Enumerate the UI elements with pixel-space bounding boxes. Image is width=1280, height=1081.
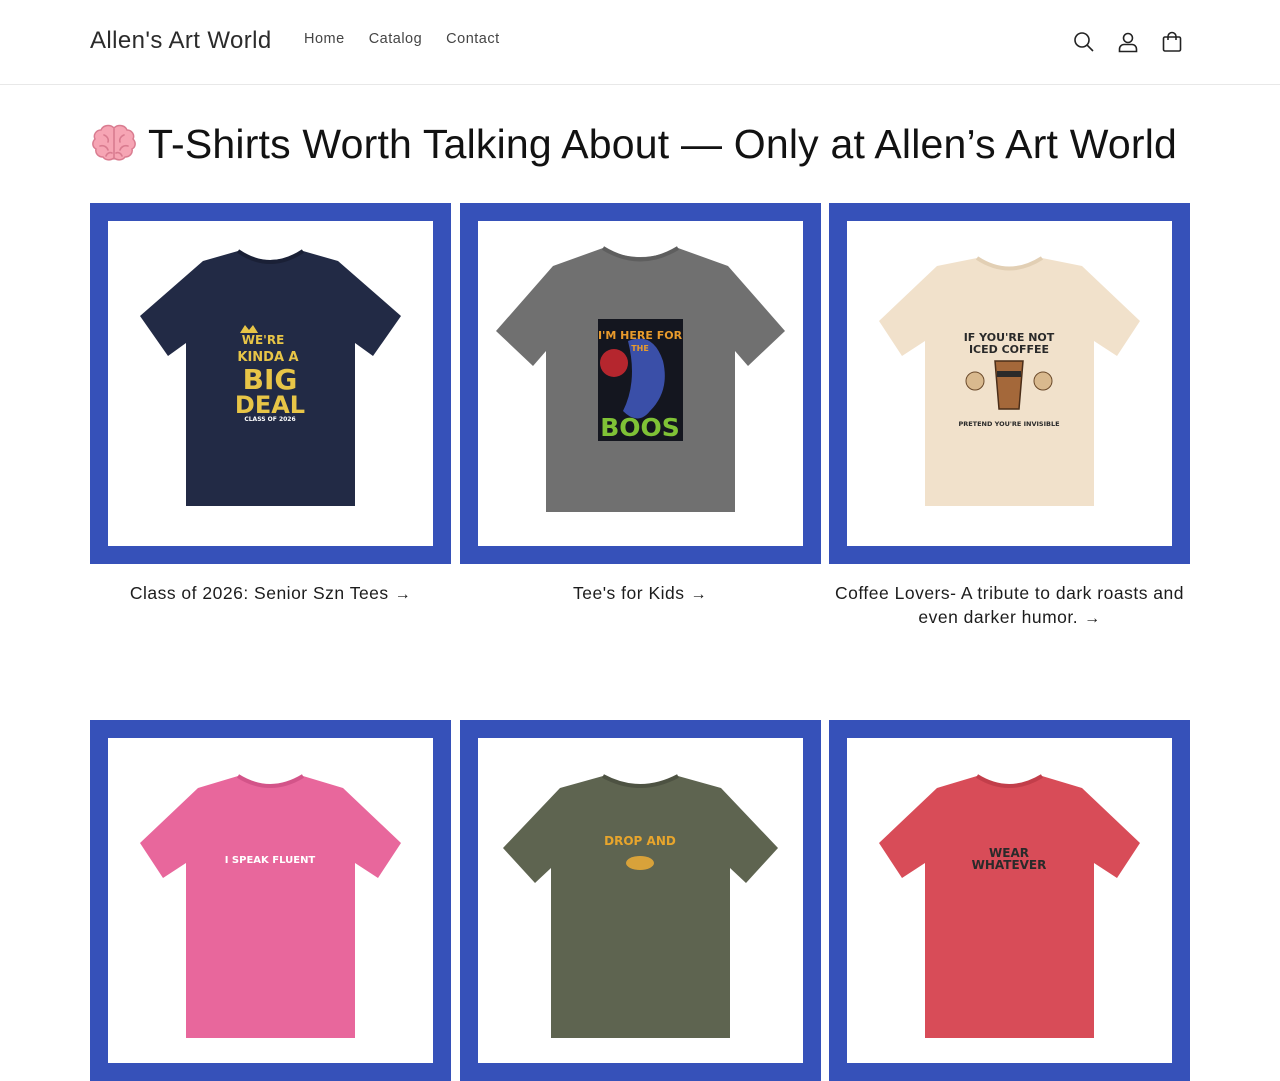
nav-item-home[interactable]: Home xyxy=(292,31,357,47)
account-button[interactable] xyxy=(1106,20,1150,64)
design-line: DROP AND xyxy=(604,834,676,848)
collection-image-frame: IF YOU'RE NOT ICED COFFEE PRETEND YOU'RE… xyxy=(829,203,1190,564)
search-icon xyxy=(1074,32,1094,52)
collection-card-pink-tee[interactable]: I SPEAK FLUENT xyxy=(90,720,451,1081)
collection-image: I'M HERE FOR THE BOOS xyxy=(477,221,803,546)
design-line: I'M HERE FOR xyxy=(597,329,682,342)
nav-item-catalog[interactable]: Catalog xyxy=(357,31,434,47)
collection-title: Class of 2026: Senior Szn Tees → xyxy=(90,581,451,607)
search-button[interactable] xyxy=(1062,20,1106,64)
page-title-text: T-Shirts Worth Talking About — Only at A… xyxy=(148,120,1178,167)
collection-image-frame: WE'RE KINDA A BIG DEAL CLASS OF 2026 xyxy=(90,203,451,564)
design-line: DEAL xyxy=(235,391,305,419)
design-line: ICED COFFEE xyxy=(969,343,1049,356)
cream-tshirt-image: IF YOU'RE NOT ICED COFFEE PRETEND YOU'RE… xyxy=(879,256,1140,506)
navy-tshirt-image: WE'RE KINDA A BIG DEAL CLASS OF 2026 xyxy=(140,249,401,506)
design-line: BOOS xyxy=(600,413,680,442)
design-line: WHATEVER xyxy=(972,858,1047,872)
design-line: CLASS OF 2026 xyxy=(244,416,295,423)
collection-card-coffee-lovers[interactable]: IF YOU'RE NOT ICED COFFEE PRETEND YOU'RE… xyxy=(829,203,1190,631)
collection-image: I SPEAK FLUENT xyxy=(108,738,433,1063)
main-nav: Home Catalog Contact xyxy=(292,31,512,47)
design-line: PRETEND YOU'RE INVISIBLE xyxy=(958,420,1059,428)
red-tshirt-image: WEAR WHATEVER xyxy=(879,774,1140,1038)
nav-item-contact[interactable]: Contact xyxy=(434,31,511,47)
cart-icon xyxy=(1162,31,1182,52)
collection-card-olive-tee[interactable]: DROP AND xyxy=(459,720,821,1081)
pink-tshirt-image: I SPEAK FLUENT xyxy=(140,774,401,1038)
arrow-right-icon: → xyxy=(690,586,707,603)
collection-image: DROP AND xyxy=(477,738,803,1063)
arrow-right-icon: → xyxy=(394,586,412,603)
page-title: T-Shirts Worth Talking About — Only at A… xyxy=(90,120,1190,168)
collection-card-kids[interactable]: I'M HERE FOR THE BOOS Tee's for Kids → xyxy=(459,203,821,631)
design-line: I SPEAK FLUENT xyxy=(225,855,316,866)
collection-image-frame: WEAR WHATEVER xyxy=(829,720,1190,1081)
collection-card-red-tee[interactable]: WEAR WHATEVER xyxy=(829,720,1190,1081)
collection-title: Tee's for Kids → xyxy=(460,581,821,607)
collection-image: WE'RE KINDA A BIG DEAL CLASS OF 2026 xyxy=(108,221,433,546)
cart-button[interactable] xyxy=(1150,20,1194,64)
collection-image-frame: I'M HERE FOR THE BOOS xyxy=(459,203,821,564)
collection-image: IF YOU'RE NOT ICED COFFEE PRETEND YOU'RE… xyxy=(847,221,1172,546)
brain-emoji-icon xyxy=(92,124,136,161)
header-icons xyxy=(1062,20,1194,64)
arrow-right-icon: → xyxy=(1084,610,1101,627)
collection-grid: WE'RE KINDA A BIG DEAL CLASS OF 2026 Cla… xyxy=(90,203,1190,1081)
collection-card-class-of-2026[interactable]: WE'RE KINDA A BIG DEAL CLASS OF 2026 Cla… xyxy=(90,203,451,631)
design-line: THE xyxy=(631,344,649,353)
collection-title: Coffee Lovers- A tribute to dark roasts … xyxy=(829,581,1190,631)
site-header: Allen's Art World Home Catalog Contact xyxy=(0,0,1280,85)
collection-image: WEAR WHATEVER xyxy=(847,738,1172,1063)
account-icon xyxy=(1118,32,1138,53)
olive-tshirt-image: DROP AND xyxy=(502,774,778,1038)
design-line: WE'RE xyxy=(242,333,285,347)
collection-image-frame: DROP AND xyxy=(459,720,821,1081)
gray-tshirt-image: I'M HERE FOR THE BOOS xyxy=(495,246,785,512)
site-logo[interactable]: Allen's Art World xyxy=(90,27,272,55)
collection-image-frame: I SPEAK FLUENT xyxy=(90,720,451,1081)
